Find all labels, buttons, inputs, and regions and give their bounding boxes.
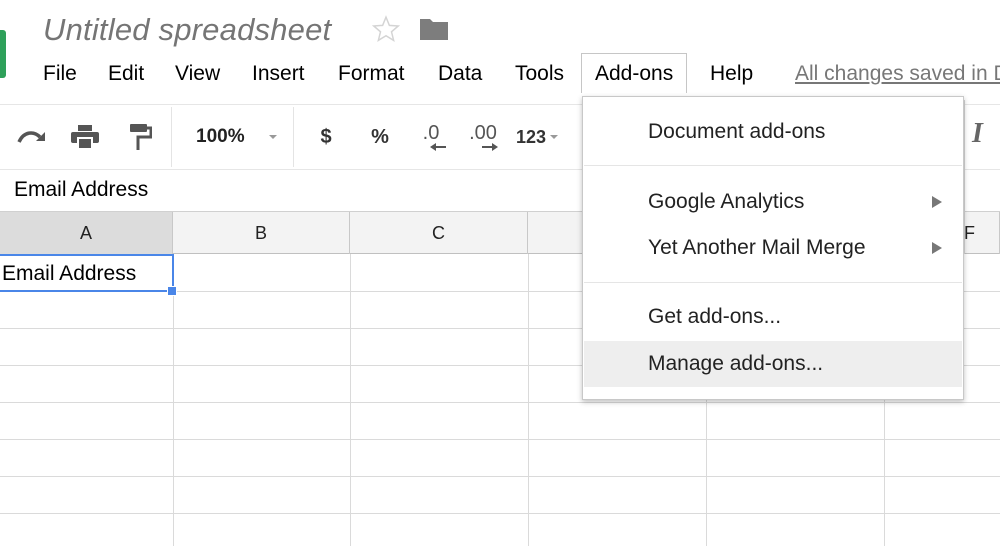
column-divider bbox=[964, 100, 965, 254]
zoom-value: 100% bbox=[196, 126, 245, 147]
cell-selection-border bbox=[0, 254, 174, 292]
menu-data[interactable]: Data bbox=[437, 57, 483, 93]
grid-row-line bbox=[0, 476, 1000, 477]
menu-item-get-add-ons[interactable]: Get add-ons... bbox=[584, 294, 962, 340]
increase-decimal-button[interactable]: .00 bbox=[466, 119, 500, 155]
chevron-down-icon bbox=[550, 135, 559, 139]
menu-item-yet-another-mail-merge[interactable]: Yet Another Mail Merge bbox=[584, 225, 962, 271]
paint-format-button[interactable] bbox=[122, 119, 158, 155]
grid-row-line bbox=[0, 513, 1000, 514]
menu-bar: File Edit View Insert Format Data Tools … bbox=[0, 53, 1000, 93]
grid-column-line bbox=[528, 254, 529, 546]
menu-item-label: Google Analytics bbox=[648, 190, 805, 213]
document-title[interactable]: Untitled spreadsheet bbox=[43, 12, 331, 48]
add-ons-menu: Document add-ons Google Analytics Yet An… bbox=[582, 96, 964, 400]
italic-button[interactable]: I bbox=[972, 118, 983, 150]
percent-format-button[interactable]: % bbox=[366, 119, 394, 155]
menu-add-ons[interactable]: Add-ons bbox=[581, 53, 688, 93]
menu-item-document-add-ons[interactable]: Document add-ons bbox=[584, 109, 962, 155]
menu-file[interactable]: File bbox=[42, 57, 78, 93]
toolbar-separator bbox=[293, 107, 294, 167]
menu-item-google-analytics[interactable]: Google Analytics bbox=[584, 179, 962, 225]
save-status-link[interactable]: All changes saved in Drive bbox=[795, 57, 1000, 93]
chevron-down-icon bbox=[268, 135, 277, 139]
column-header-b[interactable]: B bbox=[173, 212, 350, 254]
menu-item-label: Document add-ons bbox=[648, 120, 826, 143]
zoom-select[interactable]: 100% bbox=[196, 119, 286, 155]
menu-item-label: Get add-ons... bbox=[648, 305, 782, 328]
menu-tools[interactable]: Tools bbox=[514, 57, 565, 93]
paint-format-icon bbox=[130, 124, 152, 150]
fill-handle[interactable] bbox=[167, 286, 177, 296]
grid-column-line bbox=[350, 254, 351, 546]
menu-item-label: Yet Another Mail Merge bbox=[648, 236, 866, 259]
grid-row-line bbox=[0, 402, 1000, 403]
menu-separator bbox=[584, 282, 962, 283]
submenu-arrow-icon bbox=[932, 196, 942, 208]
decrease-decimal-button[interactable]: .0 bbox=[414, 119, 448, 155]
increase-decimal-label: .00 bbox=[469, 122, 497, 144]
print-icon bbox=[71, 125, 99, 150]
menu-insert[interactable]: Insert bbox=[251, 57, 306, 93]
menu-view[interactable]: View bbox=[174, 57, 221, 93]
formula-bar-value[interactable]: Email Address bbox=[14, 178, 148, 202]
grid-column-line bbox=[173, 254, 174, 546]
print-button[interactable] bbox=[67, 119, 103, 155]
arrow-right-icon bbox=[482, 143, 498, 151]
menu-edit[interactable]: Edit bbox=[107, 57, 145, 93]
submenu-arrow-icon bbox=[932, 242, 942, 254]
column-header-a[interactable]: A bbox=[0, 212, 173, 254]
more-formats-button[interactable]: 123 bbox=[516, 119, 568, 155]
redo-button[interactable] bbox=[14, 119, 50, 155]
menu-separator bbox=[584, 165, 962, 166]
currency-format-button[interactable]: $ bbox=[314, 119, 338, 155]
redo-icon bbox=[17, 131, 45, 143]
menu-item-label: Manage add-ons... bbox=[648, 352, 824, 375]
menu-format[interactable]: Format bbox=[337, 57, 406, 93]
toolbar-separator bbox=[171, 107, 172, 167]
star-icon[interactable] bbox=[371, 14, 401, 44]
more-formats-label: 123 bbox=[516, 126, 547, 147]
menu-help[interactable]: Help bbox=[709, 57, 754, 93]
folder-icon[interactable] bbox=[419, 17, 449, 41]
grid-row-line bbox=[0, 439, 1000, 440]
arrow-left-icon bbox=[430, 143, 446, 151]
decrease-decimal-label: .0 bbox=[422, 122, 440, 144]
column-header-c[interactable]: C bbox=[350, 212, 528, 254]
menu-item-manage-add-ons[interactable]: Manage add-ons... bbox=[584, 341, 962, 387]
